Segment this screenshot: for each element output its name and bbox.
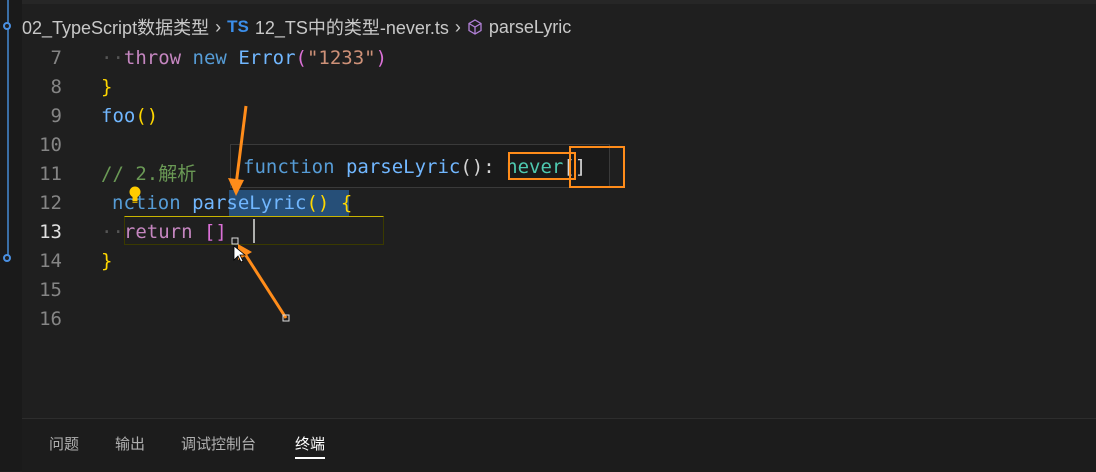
- code-token: throw: [123, 47, 182, 69]
- code-token: new: [192, 47, 227, 69]
- code-line: 13 ··return []: [0, 218, 1074, 247]
- breadcrumb: 02_TypeScript数据类型 › TS 12_TS中的类型-never.t…: [22, 10, 571, 44]
- code-line: 14 }: [0, 247, 1074, 276]
- code-line: 7 ··throw new Error("1233"): [0, 44, 1074, 73]
- breadcrumb-file[interactable]: 12_TS中的类型-never.ts: [255, 14, 449, 40]
- breadcrumb-symbol[interactable]: parseLyric: [489, 17, 571, 38]
- lightbulb-icon[interactable]: [128, 186, 142, 204]
- code-token: Error: [238, 47, 296, 69]
- code-line: 9 foo(): [0, 102, 1074, 131]
- code-token: (): [306, 192, 330, 214]
- line-number: 11: [39, 163, 62, 185]
- code-comment: // 2.解析: [101, 163, 197, 185]
- code-token: parseLyric: [192, 192, 307, 214]
- line-number: 8: [50, 76, 62, 98]
- code-token: foo: [101, 105, 136, 127]
- method-cube-icon: [468, 19, 482, 35]
- chevron-right-icon: ›: [215, 16, 222, 37]
- tab-bar-edge: [22, 0, 1096, 4]
- line-number: 14: [39, 250, 62, 272]
- code-token: []: [203, 221, 227, 243]
- annotation-box-brackets: [569, 146, 625, 188]
- tab-debug-console[interactable]: 调试控制台: [181, 418, 256, 471]
- hover-name: parseLyric: [345, 156, 461, 178]
- code-line: 12 nction parseLyric() {: [0, 189, 1074, 218]
- breadcrumb-folder[interactable]: 02_TypeScript数据类型: [22, 14, 209, 40]
- line-number: 16: [39, 308, 62, 330]
- code-line: 15: [0, 276, 1074, 305]
- line-number: 10: [39, 134, 62, 156]
- annotation-box-never: [508, 152, 576, 180]
- code-token: return: [123, 221, 193, 243]
- hover-signature: ():: [460, 156, 495, 178]
- code-line: 16: [0, 305, 1074, 334]
- text-cursor: [253, 219, 255, 243]
- tab-output[interactable]: 输出: [115, 418, 145, 471]
- code-token: nction: [112, 192, 181, 214]
- tab-problems[interactable]: 问题: [49, 418, 79, 471]
- code-token: }: [101, 76, 113, 98]
- timeline-dot[interactable]: [3, 22, 11, 30]
- code-token: }: [101, 250, 113, 272]
- chevron-right-icon: ›: [454, 16, 461, 37]
- line-number: 7: [50, 47, 62, 69]
- code-token: "1233": [306, 47, 376, 69]
- line-number: 12: [39, 192, 62, 214]
- code-line: 8 }: [0, 73, 1074, 102]
- hover-keyword: function: [243, 156, 335, 178]
- line-number: 15: [39, 279, 62, 301]
- tab-terminal[interactable]: 终端: [295, 418, 326, 471]
- code-token: {: [340, 192, 353, 214]
- line-number: 9: [50, 105, 62, 127]
- line-number: 13: [39, 221, 62, 243]
- typescript-file-icon: TS: [227, 17, 249, 36]
- code-token: (): [135, 105, 159, 127]
